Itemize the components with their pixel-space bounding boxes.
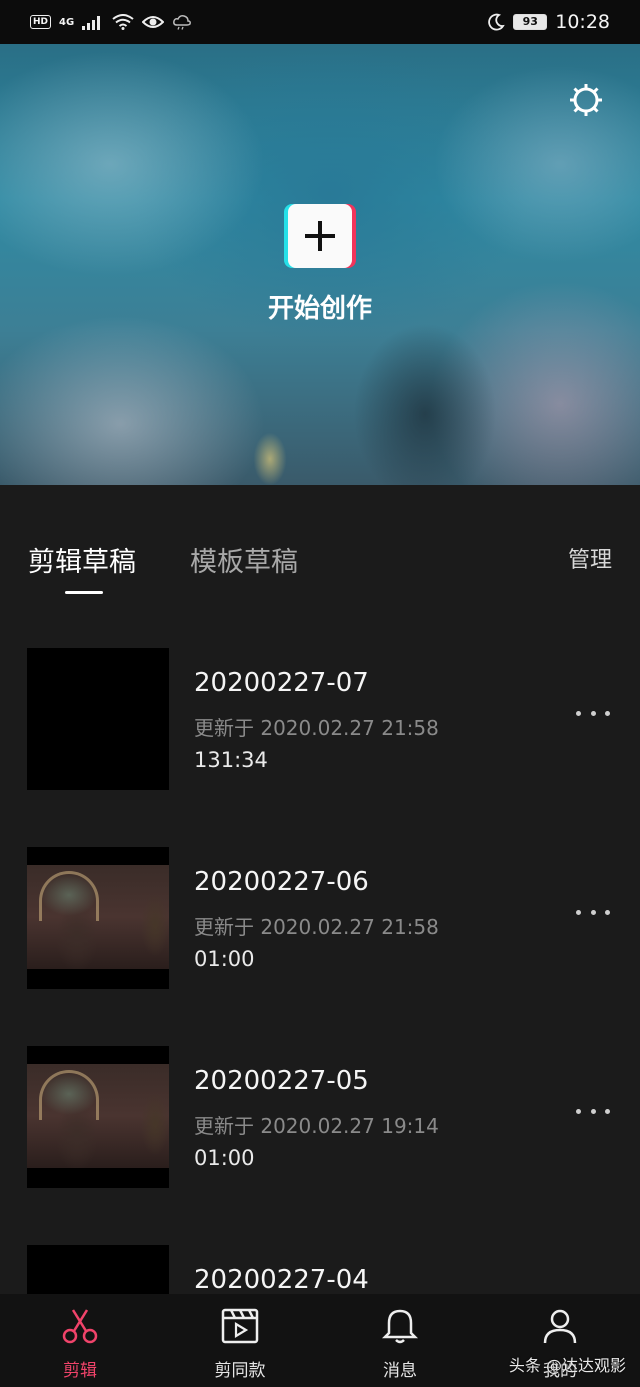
- draft-item[interactable]: 20200227-06 更新于 2020.02.27 21:58 01:00: [0, 847, 640, 997]
- status-bar: HD 4G 93 10:28: [0, 0, 640, 44]
- draft-title: 20200227-04: [194, 1265, 369, 1295]
- person-icon: [543, 1309, 577, 1344]
- clapperboard-icon: [221, 1308, 259, 1344]
- create-label[interactable]: 开始创作: [0, 288, 640, 325]
- settings-button[interactable]: [568, 82, 604, 118]
- status-left: HD 4G: [30, 14, 192, 30]
- eye-icon: [142, 16, 165, 28]
- hd-badge: HD: [30, 15, 52, 29]
- status-right: 93 10:28: [487, 11, 610, 33]
- hero-flare: [245, 419, 295, 485]
- wifi-icon: [112, 14, 134, 30]
- watermark: 头条 @达达观影: [508, 1356, 626, 1375]
- draft-updated-time: 更新于 2020.02.27 19:14: [194, 1114, 439, 1138]
- draft-title: 20200227-06: [194, 867, 369, 897]
- signal-icon: [82, 16, 101, 30]
- draft-updated-time: 更新于 2020.02.27 21:58: [194, 915, 439, 939]
- tab-template-drafts[interactable]: 模板草稿: [190, 540, 298, 579]
- draft-title: 20200227-07: [194, 668, 369, 698]
- clock: 10:28: [555, 11, 610, 33]
- tab-edit-drafts[interactable]: 剪辑草稿: [28, 540, 136, 579]
- draft-duration: 01:00: [194, 947, 255, 971]
- thumbnail-scene: [27, 865, 169, 969]
- draft-updated-time: 更新于 2020.02.27 21:58: [194, 716, 439, 740]
- plus-icon: [305, 221, 335, 251]
- settings-icon: [570, 84, 602, 116]
- nav-label-messages: 消息: [383, 1361, 417, 1381]
- nav-item-templates[interactable]: 剪同款: [160, 1294, 320, 1387]
- nav-label-templates: 剪同款: [214, 1361, 266, 1381]
- weather-icon: [173, 15, 192, 30]
- app-root: HD 4G 93 10:28 开始创作 剪辑草稿 模板草稿 管理 2020022…: [0, 0, 640, 1387]
- draft-tabs: 剪辑草稿 模板草稿 管理: [0, 530, 640, 600]
- bell-icon: [381, 1309, 419, 1344]
- draft-item[interactable]: 20200227-05 更新于 2020.02.27 19:14 01:00: [0, 1046, 640, 1196]
- battery-indicator: 93: [513, 14, 548, 30]
- draft-duration: 131:34: [194, 748, 268, 772]
- manage-button[interactable]: 管理: [568, 542, 612, 574]
- hero-banner: 开始创作: [0, 44, 640, 485]
- create-button[interactable]: [284, 204, 356, 268]
- draft-thumbnail: [27, 648, 169, 790]
- draft-thumbnail: [27, 847, 169, 989]
- moon-icon: [488, 13, 505, 31]
- create-button-box: [288, 204, 352, 268]
- nav-item-edit[interactable]: 剪辑: [0, 1294, 160, 1387]
- thumbnail-scene: [27, 1064, 169, 1168]
- nav-item-messages[interactable]: 消息: [320, 1294, 480, 1387]
- nav-label-edit: 剪辑: [63, 1361, 97, 1381]
- scissors-icon: [62, 1309, 98, 1344]
- draft-duration: 01:00: [194, 1146, 255, 1170]
- more-options-icon[interactable]: [576, 706, 610, 720]
- draft-item[interactable]: 20200227-07 更新于 2020.02.27 21:58 131:34: [0, 648, 640, 798]
- more-options-icon[interactable]: [576, 1104, 610, 1118]
- draft-thumbnail: [27, 1046, 169, 1188]
- draft-title: 20200227-05: [194, 1066, 369, 1096]
- network-type: 4G: [59, 16, 75, 28]
- more-options-icon[interactable]: [576, 905, 610, 919]
- active-tab-indicator: [65, 591, 103, 594]
